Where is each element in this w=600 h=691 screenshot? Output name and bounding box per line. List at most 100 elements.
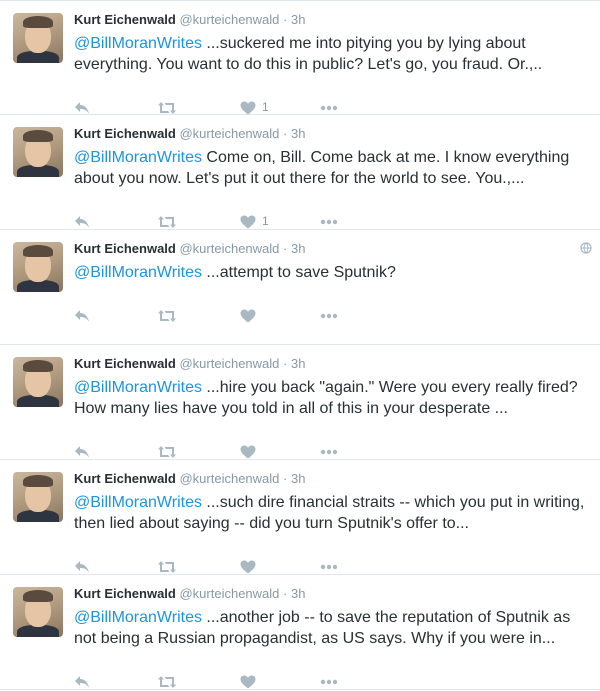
tweet-header: Kurt Eichenwald @kurteichenwald · 3h bbox=[74, 355, 590, 373]
retweet-button[interactable] bbox=[157, 211, 177, 231]
author-handle[interactable]: @kurteichenwald bbox=[179, 241, 279, 256]
like-button[interactable] bbox=[240, 671, 262, 691]
tweet[interactable]: Kurt Eichenwald @kurteichenwald · 3h @Bi… bbox=[0, 345, 600, 460]
separator-dot: · bbox=[283, 126, 288, 141]
tweet-text: @BillMoranWrites ...suckered me into pit… bbox=[74, 33, 590, 75]
mention-link[interactable]: @BillMoranWrites bbox=[74, 149, 202, 166]
more-button[interactable] bbox=[320, 441, 338, 461]
reply-button[interactable] bbox=[74, 305, 90, 325]
reply-button[interactable] bbox=[74, 441, 90, 461]
more-icon bbox=[320, 313, 338, 319]
more-button[interactable] bbox=[320, 671, 338, 691]
timestamp[interactable]: 3h bbox=[291, 471, 305, 486]
tweet-actions: 1 bbox=[74, 211, 374, 231]
reply-icon bbox=[75, 215, 89, 228]
author-name[interactable]: Kurt Eichenwald bbox=[74, 586, 176, 601]
reply-button[interactable] bbox=[74, 556, 90, 576]
tweet-header: Kurt Eichenwald @kurteichenwald · 3h bbox=[74, 125, 590, 143]
like-button[interactable]: 1 bbox=[240, 211, 269, 231]
tweet-header: Kurt Eichenwald @kurteichenwald · 3h bbox=[74, 240, 590, 258]
more-button[interactable] bbox=[320, 305, 338, 325]
heart-icon bbox=[240, 445, 256, 459]
retweet-button[interactable] bbox=[157, 97, 177, 117]
more-button[interactable] bbox=[320, 97, 338, 117]
tweet[interactable]: Kurt Eichenwald @kurteichenwald · 3h @Bi… bbox=[0, 460, 600, 575]
author-name[interactable]: Kurt Eichenwald bbox=[74, 12, 176, 27]
tweet[interactable]: Kurt Eichenwald @kurteichenwald · 3h @Bi… bbox=[0, 575, 600, 690]
retweet-icon bbox=[158, 445, 176, 458]
avatar[interactable] bbox=[13, 242, 63, 292]
like-button[interactable] bbox=[240, 305, 262, 325]
tweet[interactable]: Kurt Eichenwald @kurteichenwald · 3h @Bi… bbox=[0, 115, 600, 230]
avatar[interactable] bbox=[13, 357, 63, 407]
tweet-timeline: Kurt Eichenwald @kurteichenwald · 3h @Bi… bbox=[0, 0, 600, 690]
timestamp[interactable]: 3h bbox=[291, 241, 305, 256]
author-handle[interactable]: @kurteichenwald bbox=[179, 586, 279, 601]
tweet-actions bbox=[74, 441, 374, 461]
tweet-header: Kurt Eichenwald @kurteichenwald · 3h bbox=[74, 470, 590, 488]
reply-icon bbox=[75, 560, 89, 573]
more-icon bbox=[320, 219, 338, 225]
more-button[interactable] bbox=[320, 211, 338, 231]
separator-dot: · bbox=[283, 241, 288, 256]
retweet-icon bbox=[158, 675, 176, 688]
mention-link[interactable]: @BillMoranWrites bbox=[74, 609, 202, 626]
separator-dot: · bbox=[283, 471, 288, 486]
avatar[interactable] bbox=[13, 13, 63, 63]
tweet-text: @BillMoranWrites ...such dire financial … bbox=[74, 492, 590, 534]
separator-dot: · bbox=[283, 586, 288, 601]
avatar[interactable] bbox=[13, 587, 63, 637]
reply-icon bbox=[75, 309, 89, 322]
retweet-icon bbox=[158, 560, 176, 573]
more-icon bbox=[320, 449, 338, 455]
heart-icon bbox=[240, 215, 256, 229]
timestamp[interactable]: 3h bbox=[291, 586, 305, 601]
retweet-icon bbox=[158, 101, 176, 114]
reply-icon bbox=[75, 101, 89, 114]
retweet-button[interactable] bbox=[157, 441, 177, 461]
reply-button[interactable] bbox=[74, 97, 90, 117]
author-handle[interactable]: @kurteichenwald bbox=[179, 12, 279, 27]
heart-icon bbox=[240, 675, 256, 689]
mention-link[interactable]: @BillMoranWrites bbox=[74, 35, 202, 52]
like-button[interactable]: 1 bbox=[240, 97, 269, 117]
author-name[interactable]: Kurt Eichenwald bbox=[74, 126, 176, 141]
reply-button[interactable] bbox=[74, 671, 90, 691]
mention-link[interactable]: @BillMoranWrites bbox=[74, 264, 202, 281]
avatar[interactable] bbox=[13, 127, 63, 177]
author-name[interactable]: Kurt Eichenwald bbox=[74, 241, 176, 256]
more-button[interactable] bbox=[320, 556, 338, 576]
reply-button[interactable] bbox=[74, 211, 90, 231]
mention-link[interactable]: @BillMoranWrites bbox=[74, 494, 202, 511]
author-handle[interactable]: @kurteichenwald bbox=[179, 126, 279, 141]
tweet[interactable]: Kurt Eichenwald @kurteichenwald · 3h @Bi… bbox=[0, 0, 600, 115]
separator-dot: · bbox=[283, 356, 288, 371]
heart-icon bbox=[240, 101, 256, 115]
more-icon bbox=[320, 679, 338, 685]
author-handle[interactable]: @kurteichenwald bbox=[179, 356, 279, 371]
tweet-actions bbox=[74, 305, 374, 325]
author-name[interactable]: Kurt Eichenwald bbox=[74, 356, 176, 371]
like-button[interactable] bbox=[240, 556, 262, 576]
author-name[interactable]: Kurt Eichenwald bbox=[74, 471, 176, 486]
tweet-text: @BillMoranWrites ...attempt to save Sput… bbox=[74, 262, 590, 283]
tweet-actions bbox=[74, 556, 374, 576]
retweet-button[interactable] bbox=[157, 305, 177, 325]
like-button[interactable] bbox=[240, 441, 262, 461]
author-handle[interactable]: @kurteichenwald bbox=[179, 471, 279, 486]
more-icon bbox=[320, 105, 338, 111]
heart-icon bbox=[240, 309, 256, 323]
like-count: 1 bbox=[262, 214, 269, 228]
timestamp[interactable]: 3h bbox=[291, 126, 305, 141]
timestamp[interactable]: 3h bbox=[291, 356, 305, 371]
tweet-actions bbox=[74, 671, 374, 691]
mention-link[interactable]: @BillMoranWrites bbox=[74, 379, 202, 396]
avatar[interactable] bbox=[13, 472, 63, 522]
retweet-button[interactable] bbox=[157, 556, 177, 576]
like-count: 1 bbox=[262, 100, 269, 114]
timestamp[interactable]: 3h bbox=[291, 12, 305, 27]
tweet-text: @BillMoranWrites ...hire you back "again… bbox=[74, 377, 590, 419]
retweet-icon bbox=[158, 309, 176, 322]
retweet-button[interactable] bbox=[157, 671, 177, 691]
tweet[interactable]: Kurt Eichenwald @kurteichenwald · 3h @Bi… bbox=[0, 230, 600, 345]
